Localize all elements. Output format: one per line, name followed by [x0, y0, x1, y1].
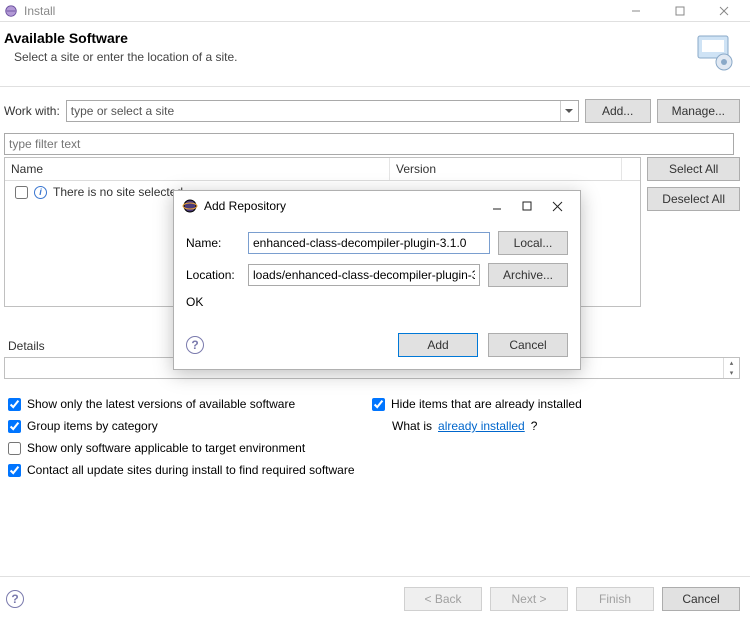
- location-field[interactable]: [248, 264, 480, 286]
- name-field[interactable]: [248, 232, 490, 254]
- manage-button[interactable]: Manage...: [657, 99, 740, 123]
- deselect-all-button[interactable]: Deselect All: [647, 187, 740, 211]
- filter-input[interactable]: [4, 133, 734, 155]
- column-name[interactable]: Name: [5, 158, 390, 180]
- next-button[interactable]: Next >: [490, 587, 568, 611]
- back-button[interactable]: < Back: [404, 587, 482, 611]
- opt-hide-installed[interactable]: Hide items that are already installed: [372, 397, 736, 411]
- minimize-button[interactable]: [614, 1, 658, 21]
- chevron-up-icon[interactable]: ▴: [724, 358, 739, 368]
- page-subtitle: Select a site or enter the location of a…: [14, 50, 237, 64]
- opt-show-applicable[interactable]: Show only software applicable to target …: [8, 441, 372, 455]
- site-combo-text: type or select a site: [71, 104, 174, 118]
- dialog-close-button[interactable]: [542, 193, 572, 219]
- wizard-footer: ? < Back Next > Finish Cancel: [0, 576, 750, 620]
- location-label: Location:: [186, 268, 240, 282]
- finish-button[interactable]: Finish: [576, 587, 654, 611]
- already-installed-text: What is already installed?: [372, 419, 736, 433]
- dialog-maximize-button[interactable]: [512, 193, 542, 219]
- help-icon[interactable]: ?: [186, 336, 204, 354]
- dialog-add-button[interactable]: Add: [398, 333, 478, 357]
- wizard-header: Available Software Select a site or ente…: [0, 22, 750, 87]
- name-label: Name:: [186, 236, 240, 250]
- maximize-button[interactable]: [658, 1, 702, 21]
- add-site-button[interactable]: Add...: [585, 99, 651, 123]
- dialog-title: Add Repository: [204, 199, 286, 213]
- page-title: Available Software: [4, 30, 237, 46]
- eclipse-icon: [182, 198, 198, 214]
- local-button[interactable]: Local...: [498, 231, 568, 255]
- no-site-message: There is no site selected.: [53, 185, 186, 199]
- dialog-titlebar: Add Repository: [174, 191, 580, 221]
- already-installed-link[interactable]: already installed: [438, 419, 525, 433]
- opt-show-latest[interactable]: Show only the latest versions of availab…: [8, 397, 372, 411]
- dialog-minimize-button[interactable]: [482, 193, 512, 219]
- column-version[interactable]: Version: [390, 158, 622, 180]
- select-all-button[interactable]: Select All: [647, 157, 740, 181]
- install-banner-icon: [692, 30, 736, 74]
- close-button[interactable]: [702, 1, 746, 21]
- opt-contact-all[interactable]: Contact all update sites during install …: [8, 463, 372, 477]
- workwith-label: Work with:: [4, 104, 60, 118]
- row-checkbox[interactable]: [15, 186, 28, 199]
- site-combo[interactable]: type or select a site: [66, 100, 579, 122]
- eclipse-icon: [4, 4, 18, 18]
- opt-group-category[interactable]: Group items by category: [8, 419, 372, 433]
- dialog-cancel-button[interactable]: Cancel: [488, 333, 568, 357]
- cancel-button[interactable]: Cancel: [662, 587, 740, 611]
- info-icon: i: [34, 186, 47, 199]
- install-titlebar: Install: [0, 0, 750, 22]
- archive-button[interactable]: Archive...: [488, 263, 568, 287]
- window-title: Install: [24, 4, 55, 18]
- add-repository-dialog: Add Repository Name: Local... Location: …: [173, 190, 581, 370]
- help-icon[interactable]: ?: [6, 590, 24, 608]
- chevron-down-icon[interactable]: ▾: [724, 368, 739, 378]
- status-text: OK: [186, 295, 568, 309]
- chevron-down-icon[interactable]: [560, 101, 578, 121]
